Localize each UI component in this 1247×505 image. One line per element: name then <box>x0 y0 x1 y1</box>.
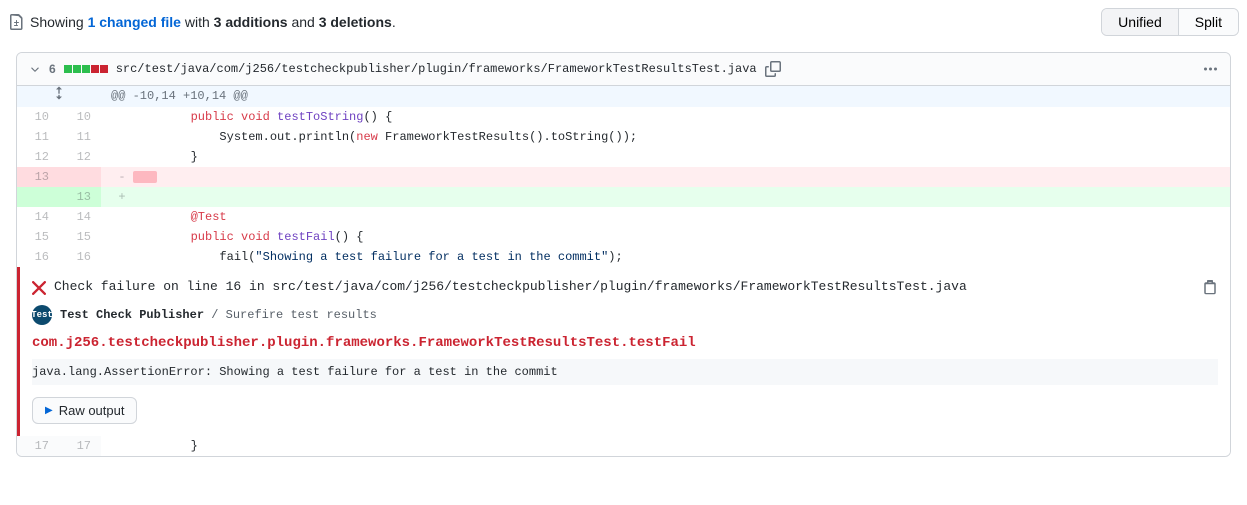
hunk-header: @@ -10,14 +10,14 @@ <box>101 86 1230 107</box>
chevron-down-icon[interactable] <box>29 63 41 75</box>
change-count: 6 <box>49 62 56 76</box>
changes-summary: Showing 1 changed file with 3 additions … <box>30 14 396 30</box>
line-num-new[interactable]: 13 <box>59 187 101 207</box>
line-num-old[interactable]: 11 <box>17 127 59 147</box>
code-line: @Test <box>101 207 1230 227</box>
line-num-old[interactable]: 15 <box>17 227 59 247</box>
raw-output-button[interactable]: ▶ Raw output <box>32 397 137 424</box>
code-line: public void testToString() { <box>101 107 1230 127</box>
line-num-new[interactable]: 10 <box>59 107 101 127</box>
code-line-deleted: - <box>101 167 1230 187</box>
expand-up-button[interactable] <box>17 86 101 107</box>
line-num-new[interactable]: 17 <box>59 436 101 456</box>
line-num-old[interactable]: 10 <box>17 107 59 127</box>
changed-files-link[interactable]: 1 changed file <box>88 14 181 30</box>
summary-bar: Showing 1 changed file with 3 additions … <box>8 14 396 30</box>
copy-icon[interactable] <box>765 61 781 77</box>
line-num-new <box>59 167 101 187</box>
unified-button[interactable]: Unified <box>1102 9 1179 35</box>
view-toggle: Unified Split <box>1101 8 1239 36</box>
file-path[interactable]: src/test/java/com/j256/testcheckpublishe… <box>116 62 757 76</box>
diff-icon <box>8 14 24 30</box>
split-button[interactable]: Split <box>1179 9 1238 35</box>
line-num-new[interactable]: 14 <box>59 207 101 227</box>
code-line: System.out.println(new FrameworkTestResu… <box>101 127 1230 147</box>
line-num-new[interactable]: 12 <box>59 147 101 167</box>
check-message: java.lang.AssertionError: Showing a test… <box>32 359 1218 385</box>
line-num-old[interactable]: 12 <box>17 147 59 167</box>
code-line: public void testFail() { <box>101 227 1230 247</box>
clipboard-icon[interactable] <box>1202 279 1218 295</box>
line-num-new[interactable]: 15 <box>59 227 101 247</box>
play-icon: ▶ <box>45 405 53 416</box>
code-line-added: + <box>101 187 1230 207</box>
kebab-icon[interactable] <box>1202 61 1218 77</box>
code-line: } <box>101 436 1230 456</box>
file-diff: 6 src/test/java/com/j256/testcheckpublis… <box>16 52 1231 457</box>
check-failure-title: com.j256.testcheckpublisher.plugin.frame… <box>32 335 1218 351</box>
code-line: fail("Showing a test failure for a test … <box>101 247 1230 267</box>
check-app-name[interactable]: Test Check Publisher <box>60 308 204 322</box>
line-num-new[interactable]: 11 <box>59 127 101 147</box>
line-num-old[interactable]: 17 <box>17 436 59 456</box>
check-annotation: Check failure on line 16 in src/test/jav… <box>17 267 1230 436</box>
line-num-new[interactable]: 16 <box>59 247 101 267</box>
diffstat <box>64 65 108 73</box>
line-num-old <box>17 187 59 207</box>
line-num-old[interactable]: 14 <box>17 207 59 227</box>
line-num-old[interactable]: 13 <box>17 167 59 187</box>
avatar[interactable]: Test <box>32 305 52 325</box>
code-line: } <box>101 147 1230 167</box>
line-num-old[interactable]: 16 <box>17 247 59 267</box>
x-icon <box>32 281 46 295</box>
check-title: Check failure on line 16 in src/test/jav… <box>54 279 967 294</box>
check-suite-name: Surefire test results <box>226 308 377 322</box>
